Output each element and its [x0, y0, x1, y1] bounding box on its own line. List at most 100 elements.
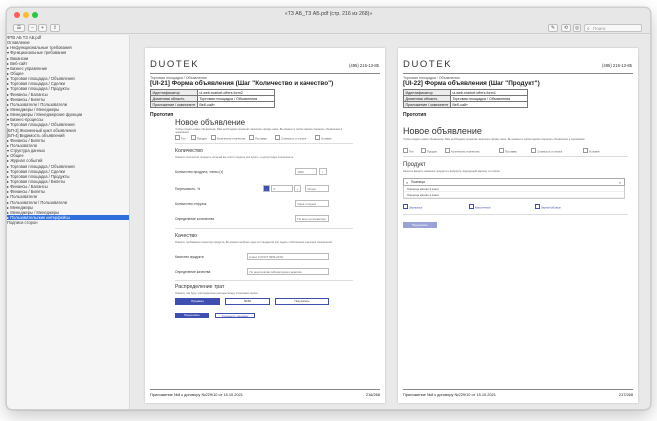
markup-icon[interactable]: ✎	[548, 24, 558, 32]
table-cell: Приложение / компонент	[403, 101, 451, 108]
form-mockup: Новое объявление Чтобы создать новое объ…	[175, 118, 353, 396]
mock-intro: Чтобы создать новое объявление, Вам необ…	[403, 138, 586, 141]
mock-heading: Новое объявление	[403, 126, 482, 136]
quantity-description: Укажите количество продукта, который вы …	[175, 156, 294, 159]
shipments-label: Количество отгрузок	[175, 202, 207, 206]
company-logo: DUOTEK	[403, 59, 453, 70]
costs-heading: Распределение трат	[175, 284, 225, 290]
rotate-icon[interactable]: ⟲	[561, 24, 571, 32]
pdf-page-216: DUOTEK (495) 215-13-85 Торговая площадка…	[145, 48, 385, 403]
table-row: Приложение / компонент Веб-сайт	[403, 101, 529, 108]
product-search-input[interactable]: ⌕ Пшеница ×	[403, 178, 625, 186]
table-cell: Веб-сайт	[196, 101, 276, 108]
mock-divider	[175, 228, 353, 229]
error-increment-button[interactable]: +	[294, 185, 301, 192]
preview-window: «ТЗ АБ_ТЗ АБ.pdf (стр. 216 из 268)» ☰ − …	[6, 7, 651, 410]
table-row: Приложение / компонент Веб-сайт	[150, 101, 276, 108]
info-table: Идентификатор ui.web.market.offers.form2 …	[150, 89, 276, 108]
page-number: 217/268	[618, 392, 633, 397]
continue-button[interactable]: Продолжить	[175, 313, 209, 318]
quality-label: Качество продукта	[175, 255, 204, 259]
search-input[interactable]: ⌕ Поиск	[584, 24, 642, 32]
header-divider	[150, 73, 380, 74]
info-table: Идентификатор ui.web.market.offers.form1 …	[403, 89, 529, 108]
page-footer: Приложение №8 к договору №229/10 от 15.1…	[150, 391, 380, 398]
step-checkbox: Тип	[403, 148, 413, 153]
quality-def-label: Определение качества	[175, 270, 211, 274]
shipments-select[interactable]: Одна отгрузка	[295, 200, 329, 207]
page-number: 216/268	[365, 392, 380, 397]
annotate-icon[interactable]: ◎	[573, 24, 581, 32]
category-chip[interactable]: Зернобобовые	[535, 204, 561, 209]
error-decrement-button[interactable]: −	[263, 185, 270, 192]
costs-split-option[interactable]: 50/50	[225, 298, 270, 305]
step-checkbox: Количество и качество	[211, 135, 245, 140]
footer-text: Приложение №8 к договору №229/10 от 15.1…	[150, 392, 243, 397]
step-checkbox: Продукт	[191, 135, 207, 140]
toolbar: ☰ − + ⇪ ✎ ⟲ ◎ ⌕ Поиск	[7, 22, 650, 34]
sidebar-toggle-icon[interactable]: ☰	[13, 24, 25, 32]
step-checkbox: Стоимость и оплата	[531, 148, 562, 153]
category-chip[interactable]: Зерновые	[403, 204, 422, 209]
error-label: Погрешность, %	[175, 187, 201, 191]
title-bar: «ТЗ АБ_ТЗ АБ.pdf (стр. 216 из 268)»	[7, 8, 650, 22]
quality-def-select[interactable]: По результатам лабораторного анализа	[247, 268, 329, 275]
footer-divider	[150, 389, 380, 390]
steps-row: Тип Продукт Количество и качество Постав…	[403, 148, 628, 153]
search-icon: ⌕	[587, 26, 590, 32]
step-checkbox: Продукт	[421, 148, 437, 153]
quantity-def-label: Определение количества	[175, 217, 215, 221]
step-checkbox: Стоимость и оплата	[275, 135, 306, 140]
footer-text: Приложение №8 к договору №229/10 от 15.1…	[403, 392, 496, 397]
prototype-heading: Прототип	[150, 112, 174, 118]
product-heading: Продукт	[403, 162, 426, 168]
mock-divider	[175, 143, 353, 144]
company-phone: (495) 215-13-85	[601, 63, 632, 68]
quality-select[interactable]: Класс 3 (ГОСТ 9353-2016)	[247, 253, 329, 260]
quality-heading: Качество	[175, 233, 197, 239]
error-option-select[interactable]: Опция	[305, 185, 329, 192]
window-title: «ТЗ АБ_ТЗ АБ.pdf (стр. 216 из 268)»	[284, 11, 373, 17]
quantity-heading: Количество	[175, 148, 203, 154]
mock-heading: Новое объявление	[175, 118, 246, 127]
zoom-in-icon[interactable]: +	[38, 24, 47, 32]
continue-button-disabled[interactable]: Продолжить	[403, 222, 437, 228]
mock-divider	[403, 156, 628, 157]
dropdown-option[interactable]: Пшеница мягкая 4 класс	[404, 192, 624, 198]
steps-row: Тип Продукт Количество и качество Постав…	[175, 135, 353, 140]
quantity-field[interactable]: 1000	[295, 168, 317, 175]
category-chip[interactable]: Масличные	[469, 204, 491, 209]
costs-description: Укажите, как будут распределены расходы …	[175, 292, 259, 295]
step-checkbox: Тип	[175, 135, 185, 140]
step-checkbox: Условия	[583, 148, 599, 153]
error-field[interactable]: 5	[271, 185, 293, 192]
save-draft-button[interactable]: Сохранить черновик	[215, 313, 255, 318]
step-checkbox: Условия	[315, 135, 331, 140]
header-divider	[403, 73, 633, 74]
outline-sidebar: ФТВ АБ ТЗ АБ.pdf Оглавление ▸ Нефункционал…	[7, 35, 130, 409]
page-title: [UI-21] Форма объявления (Шаг "Количеств…	[150, 80, 334, 87]
mock-divider	[403, 214, 628, 215]
costs-buyer-option[interactable]: Покупатель	[275, 298, 329, 305]
search-icon: ⌕	[406, 180, 409, 185]
page-title: [UI-22] Форма объявления (Шаг "Продукт")	[403, 80, 540, 87]
sidebar-item[interactable]: Подписи сторон	[7, 220, 129, 225]
step-checkbox: Количество и качество	[445, 148, 479, 153]
quantity-label: Количество продукта, тонны (т)	[175, 170, 224, 174]
quantity-def-select[interactable]: По весу на элеваторе	[295, 215, 329, 222]
quantity-unit: т	[319, 168, 327, 175]
step-checkbox: Поставка	[249, 135, 267, 140]
table-cell: Веб-сайт	[449, 101, 529, 108]
step-checkbox: Поставка	[499, 148, 517, 153]
product-description: Начните вводить название продукта и выбе…	[403, 170, 501, 173]
pdf-page-217: DUOTEK (495) 215-13-85 Торговая площадка…	[398, 48, 638, 403]
clear-icon[interactable]: ×	[619, 179, 621, 186]
share-icon[interactable]: ⇪	[50, 24, 60, 32]
costs-seller-option[interactable]: Продавец	[175, 298, 220, 305]
product-search-value: Пшеница	[411, 180, 425, 184]
zoom-out-icon[interactable]: −	[28, 24, 37, 32]
company-phone: (495) 215-13-85	[348, 63, 379, 68]
mock-divider	[175, 280, 353, 281]
product-dropdown: Пшеница мягкая 3 класс Пшеница мягкая 4 …	[403, 186, 625, 199]
company-logo: DUOTEK	[150, 59, 200, 70]
